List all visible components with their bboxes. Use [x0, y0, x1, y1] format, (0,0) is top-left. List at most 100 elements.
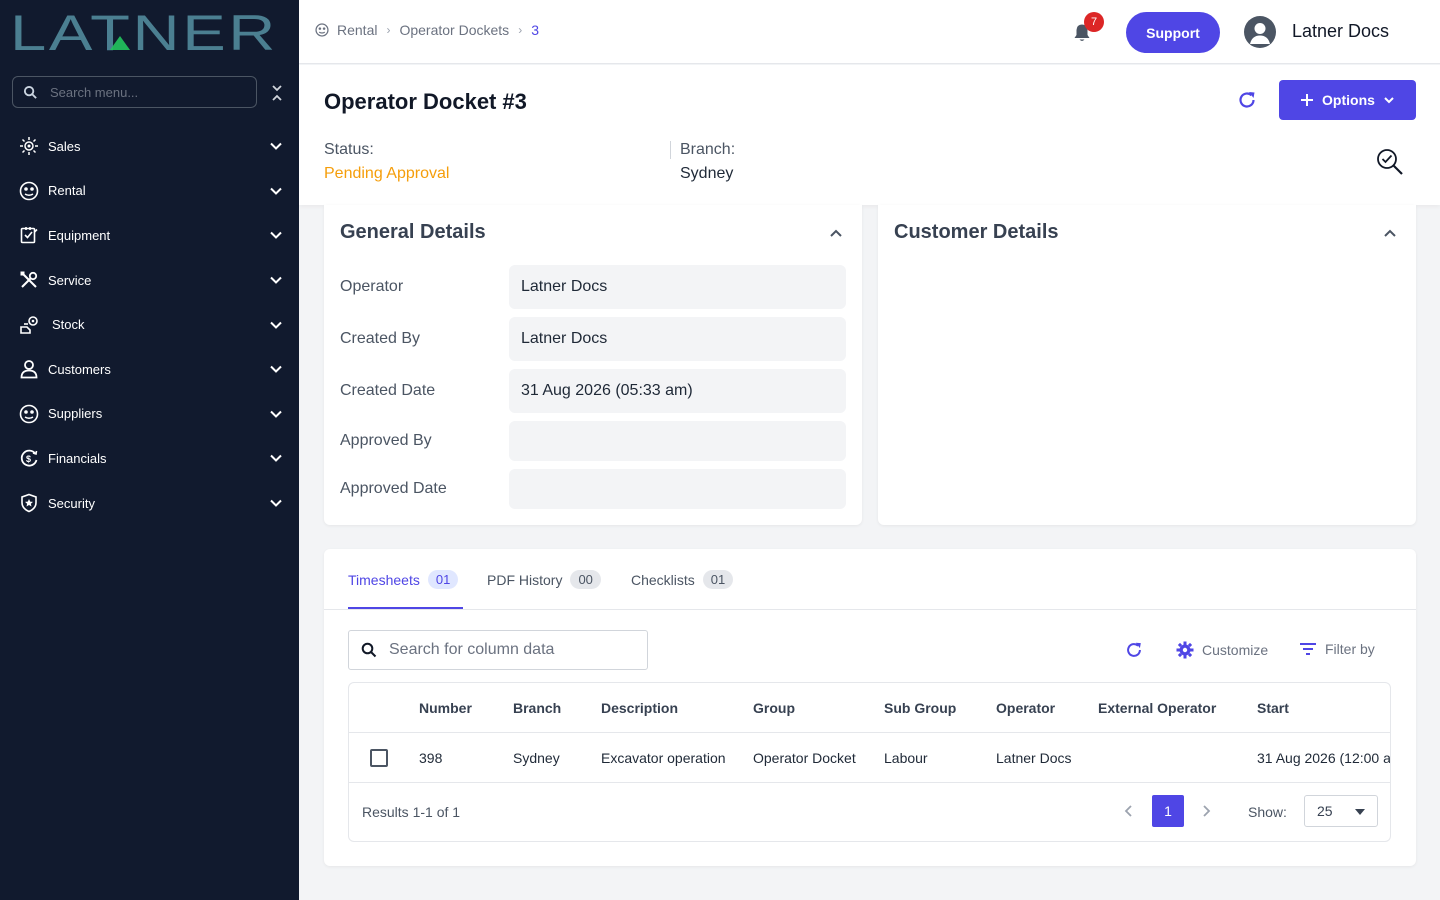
sidebar-item-equipment[interactable]: Equipment [0, 213, 299, 258]
chevron-down-icon [270, 143, 282, 151]
chevron-up-icon[interactable] [828, 225, 844, 241]
field-label: Approved By [340, 432, 432, 449]
sidebar-item-label: Financials [48, 450, 107, 466]
chevron-left-icon[interactable] [1121, 803, 1137, 819]
sidebar-item-security[interactable]: Security [0, 481, 299, 526]
sidebar-item-sales[interactable]: Sales [0, 124, 299, 169]
table-row[interactable]: 398 Sydney Excavator operation Operator … [349, 733, 1390, 783]
column-header[interactable]: Number [419, 700, 472, 716]
breadcrumb-separator: › [386, 23, 391, 37]
column-search-input[interactable] [389, 641, 629, 659]
search-check-icon[interactable] [1375, 147, 1405, 177]
user-name[interactable]: Latner Docs [1292, 21, 1389, 42]
tab-label: PDF History [487, 571, 563, 588]
column-header[interactable]: Operator [996, 700, 1055, 716]
customer-details-card: Customer Details [878, 205, 1416, 525]
breadcrumb-operator-dockets[interactable]: Operator Dockets [399, 22, 509, 38]
customer-details-title: Customer Details [894, 221, 1059, 243]
customize-button[interactable]: Customize [1176, 641, 1268, 659]
topbar: Rental › Operator Dockets › 3 7 Support … [299, 0, 1440, 64]
collapse-icon [272, 85, 282, 101]
sidebar-item-service[interactable]: Service [0, 258, 299, 303]
table-cell: Excavator operation [601, 750, 726, 766]
column-search[interactable] [348, 630, 648, 670]
caret-down-icon [1355, 809, 1365, 815]
customize-label: Customize [1202, 642, 1269, 658]
field-value: Latner Docs [509, 317, 846, 361]
breadcrumb-separator: › [518, 23, 523, 37]
collapse-sidebar-button[interactable] [268, 82, 286, 104]
column-header[interactable]: Group [753, 700, 795, 716]
tab-bar: Timesheets 01 PDF History 00 Checklists … [324, 549, 1416, 610]
sidebar-item-financials[interactable]: $ Financials [0, 436, 299, 481]
sidebar-nav: Sales Rental Equipment Service Stock Cus… [0, 124, 299, 525]
avatar[interactable] [1244, 16, 1276, 48]
field-created-by: Created By Latner Docs [340, 317, 846, 361]
rental-icon [18, 180, 40, 202]
options-label: Options [1322, 92, 1375, 108]
active-tab-indicator [348, 607, 463, 609]
sidebar-item-customers[interactable]: Customers [0, 347, 299, 392]
sales-icon [18, 135, 40, 157]
field-value [509, 421, 846, 461]
chevron-down-icon [270, 455, 282, 463]
sidebar-item-label: Equipment [48, 227, 111, 243]
filter-label: Filter by [1325, 641, 1375, 657]
branch-label: Branch: [680, 141, 736, 158]
breadcrumb: Rental › Operator Dockets › 3 [315, 22, 539, 38]
latner-logo[interactable]: LATNER [10, 10, 280, 54]
refresh-icon[interactable] [1236, 89, 1258, 111]
sidebar-item-rental[interactable]: Rental [0, 169, 299, 214]
column-header[interactable]: Start [1257, 700, 1289, 716]
menu-search-input[interactable] [50, 84, 240, 100]
tab-timesheets[interactable]: Timesheets 01 [348, 570, 459, 589]
column-header[interactable]: Branch [513, 700, 561, 716]
page-size-value: 25 [1317, 803, 1333, 819]
chevron-down-icon [270, 499, 282, 507]
rental-icon [315, 23, 329, 37]
sidebar-item-label: Service [48, 272, 92, 288]
branch-value: Sydney [680, 165, 734, 182]
user-icon [1250, 23, 1270, 44]
page-button-current[interactable]: 1 [1152, 795, 1184, 827]
sidebar-item-label: Customers [48, 361, 111, 377]
field-value [509, 469, 846, 509]
support-button[interactable]: Support [1126, 12, 1220, 53]
chevron-down-icon [270, 366, 282, 374]
column-header[interactable]: Sub Group [884, 700, 956, 716]
sidebar-item-stock[interactable]: Stock [0, 302, 299, 347]
sidebar-item-label: Rental [48, 183, 86, 199]
column-header[interactable]: Description [601, 700, 678, 716]
search-icon [361, 642, 377, 658]
field-value: 31 Aug 2026 (05:33 am) [509, 369, 846, 413]
chevron-right-icon[interactable] [1198, 803, 1214, 819]
column-header[interactable]: External Operator [1098, 700, 1216, 716]
financials-icon: $ [18, 447, 40, 469]
service-icon [18, 269, 40, 291]
table-footer: Results 1-1 of 1 1 Show: 25 [349, 783, 1390, 841]
stock-icon [18, 314, 40, 336]
table-header: Number Branch Description Group Sub Grou… [349, 683, 1390, 733]
notification-badge: 7 [1084, 12, 1104, 32]
page-size-select[interactable]: 25 [1304, 795, 1378, 827]
row-checkbox[interactable] [370, 749, 388, 767]
filter-button[interactable]: Filter by [1299, 641, 1375, 657]
table-cell: Labour [884, 750, 928, 766]
chevron-down-icon [270, 321, 282, 329]
table-cell: 398 [419, 750, 443, 766]
search-icon [23, 85, 37, 99]
field-operator: Operator Latner Docs [340, 265, 846, 309]
tab-label: Checklists [631, 571, 695, 588]
docket-header: Operator Docket #3 Options Status: Pendin… [299, 65, 1440, 205]
tab-count: 00 [570, 570, 601, 589]
refresh-icon[interactable] [1124, 640, 1144, 660]
options-button[interactable]: Options [1279, 80, 1416, 120]
tab-checklists[interactable]: Checklists 01 [631, 570, 734, 589]
menu-search[interactable] [12, 76, 257, 108]
chevron-up-icon[interactable] [1382, 225, 1398, 241]
breadcrumb-rental[interactable]: Rental [337, 22, 377, 38]
tab-pdf-history[interactable]: PDF History 00 [487, 570, 601, 589]
general-details-card: General Details Operator Latner Docs Cre… [324, 205, 862, 525]
sidebar-item-suppliers[interactable]: Suppliers [0, 392, 299, 437]
field-approved-by: Approved By [340, 419, 846, 463]
